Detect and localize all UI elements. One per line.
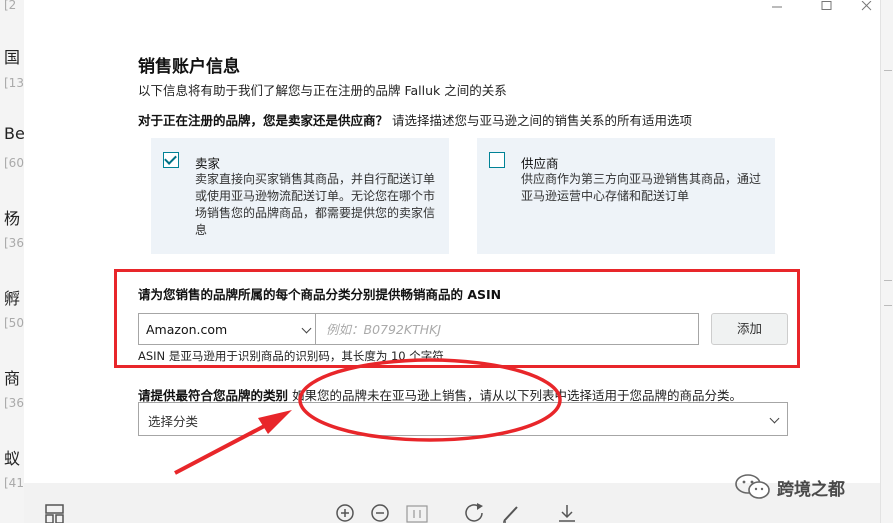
- edit-icon[interactable]: [500, 503, 524, 527]
- vendor-checkbox[interactable]: [489, 152, 505, 168]
- category-label-hint: 如果您的品牌未在亚马逊上销售，请从以下列表中选择适用于您品牌的商品分类。: [292, 388, 743, 403]
- actual-size-icon[interactable]: [406, 505, 430, 527]
- vendor-label: 供应商: [521, 156, 559, 171]
- asin-hint: ASIN 是亚马逊用于识别商品的识别码，其长度为 10 个字符: [138, 349, 444, 363]
- chevron-down-icon: [769, 413, 780, 424]
- background-fragment: [2: [4, 0, 17, 12]
- background-fragment: 杨: [4, 209, 21, 228]
- background-fragment: [36: [4, 236, 24, 250]
- scroll-tick: [884, 280, 892, 281]
- zoom-out-icon[interactable]: [370, 503, 394, 527]
- rotate-icon[interactable]: [464, 503, 488, 527]
- background-fragment: 孵: [4, 289, 21, 308]
- background-fragment: [13: [4, 76, 24, 90]
- background-fragment: [60: [4, 156, 24, 170]
- right-scrollbar[interactable]: [880, 0, 893, 523]
- marketplace-select[interactable]: Amazon.com: [138, 313, 316, 345]
- layout-icon[interactable]: [44, 503, 66, 527]
- background-fragment: 商: [4, 369, 21, 388]
- section-subtitle: 以下信息将有助于我们了解您与正在注册的品牌 Falluk 之间的关系: [138, 83, 507, 98]
- background-fragment: [50: [4, 316, 24, 330]
- option-card-vendor[interactable]: 供应商 供应商作为第三方向亚马逊销售其商品，通过亚马逊运营中心存储和配送订单: [477, 138, 775, 254]
- asin-title: 请为您销售的品牌所属的每个商品分类分别提供畅销商品的 ASIN: [138, 287, 502, 302]
- background-fragment: 国: [4, 48, 21, 67]
- category-label-bold: 请提供最符合您品牌的类别: [138, 388, 289, 403]
- checkmark-icon: [164, 152, 177, 165]
- section-title: 销售账户信息: [138, 57, 240, 77]
- category-select[interactable]: 选择分类: [138, 402, 788, 436]
- seller-label: 卖家: [195, 156, 221, 171]
- option-card-seller[interactable]: 卖家 卖家直接向买家销售其商品，并自行配送订单或使用亚马逊物流配送订单。无论您在…: [151, 138, 449, 254]
- category-placeholder: 选择分类: [148, 414, 199, 429]
- watermark-text: 跨境之都: [777, 480, 845, 500]
- role-question-hint: 请选择描述您与亚马逊之间的销售关系的所有适用选项: [392, 113, 693, 128]
- marketplace-value: Amazon.com: [146, 322, 228, 337]
- background-fragment: Be: [4, 124, 24, 143]
- asin-input[interactable]: [315, 313, 699, 345]
- minimize-icon[interactable]: [770, 0, 784, 15]
- seller-description: 卖家直接向买家销售其商品，并自行配送订单或使用亚马逊物流配送订单。无论您在哪个市…: [195, 172, 436, 237]
- background-fragment: 蚁: [4, 449, 21, 468]
- chevron-down-icon: [301, 323, 312, 334]
- role-question-bold: 对于正在注册的品牌，您是卖家还是供应商？: [138, 113, 389, 128]
- background-fragment: [41: [4, 476, 24, 490]
- watermark: 跨境之都: [733, 470, 873, 502]
- wechat-icon: [735, 474, 770, 499]
- zoom-in-icon[interactable]: [335, 503, 359, 527]
- scroll-tick: [884, 70, 892, 71]
- download-icon[interactable]: [556, 503, 580, 527]
- vendor-description: 供应商作为第三方向亚马逊销售其商品，通过亚马逊运营中心存储和配送订单: [521, 172, 762, 203]
- role-question: 对于正在注册的品牌，您是卖家还是供应商？ 请选择描述您与亚马逊之间的销售关系的所…: [138, 110, 692, 129]
- close-icon[interactable]: [860, 0, 874, 15]
- add-button[interactable]: 添加: [711, 313, 788, 345]
- maximize-icon[interactable]: [820, 0, 834, 15]
- background-window-strip: [2 国 [13 Be [60 杨 [36 孵 [50 商 [36 蚁 [41: [0, 0, 24, 523]
- background-fragment: [36: [4, 396, 24, 410]
- seller-checkbox[interactable]: [163, 152, 179, 168]
- scroll-tick: [884, 305, 892, 306]
